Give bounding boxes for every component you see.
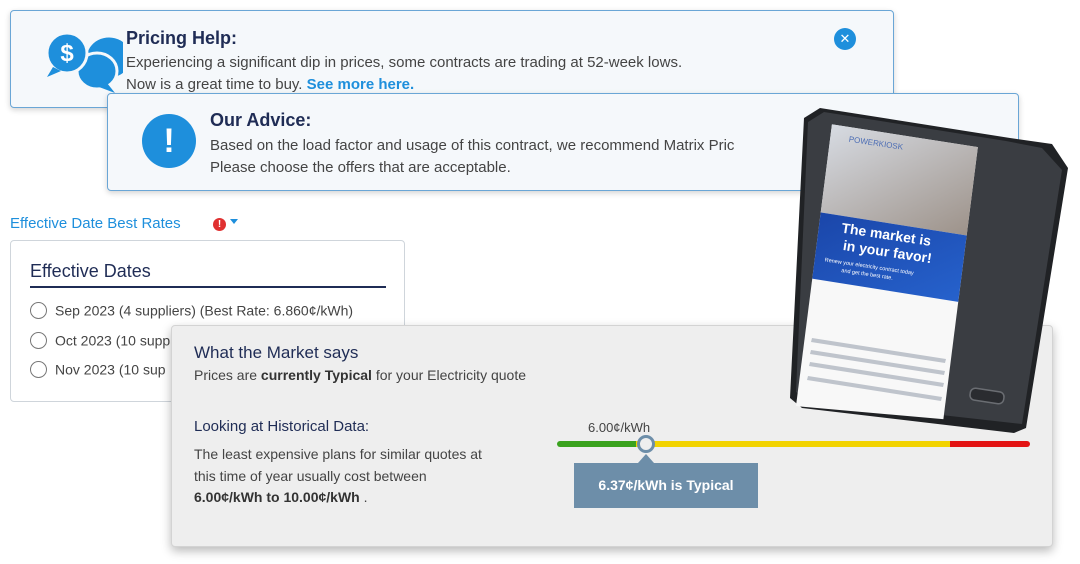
market-subtitle-status: currently Typical xyxy=(260,367,372,383)
market-title: What the Market says xyxy=(194,343,359,362)
effective-date-best-rates-link[interactable]: Effective Date Best Rates xyxy=(10,215,181,232)
date-option-oct[interactable]: Oct 2023 (10 supp xyxy=(30,331,170,349)
market-subtitle-post: for your Electricity quote xyxy=(371,367,526,383)
date-option-nov[interactable]: Nov 2023 (10 sup xyxy=(30,360,166,378)
effective-dates-title: Effective Dates xyxy=(30,261,151,281)
badge-pointer xyxy=(638,454,655,463)
date-option-label: Nov 2023 (10 sup xyxy=(55,361,166,378)
historical-line-1: The least expensive plans for similar qu… xyxy=(194,446,482,462)
pricing-help-title: Pricing Help: xyxy=(126,28,238,48)
price-gauge-bar xyxy=(557,441,1030,447)
market-subtitle: Prices are currently Typical for your El… xyxy=(194,367,526,383)
close-button[interactable]: ✕ xyxy=(834,28,856,50)
gauge-min-label: 6.00¢/kWh xyxy=(588,420,651,435)
market-subtitle-pre: Prices are xyxy=(194,367,261,383)
warning-icon: ! xyxy=(213,218,226,231)
pricing-help-line-2-text: Now is a great time to buy. xyxy=(126,76,303,93)
radio-button[interactable] xyxy=(30,301,47,319)
gauge-yellow-segment xyxy=(636,441,950,447)
historical-range: 6.00¢/kWh to 10.00¢/kWh xyxy=(194,489,360,505)
date-option-label: Sep 2023 (4 suppliers) (Best Rate: 6.860… xyxy=(55,302,354,319)
phone-mockup: POWERKIOSK The market is in your favor! … xyxy=(790,108,1068,433)
historical-line-3: 6.00¢/kWh to 10.00¢/kWh . xyxy=(194,489,368,505)
advice-line-1: Based on the load factor and usage of th… xyxy=(210,137,735,154)
historical-suffix: . xyxy=(359,489,368,505)
historical-line-2: this time of year usually cost between xyxy=(194,468,427,484)
svg-text:$: $ xyxy=(60,40,74,67)
date-option-sep[interactable]: Sep 2023 (4 suppliers) (Best Rate: 6.860… xyxy=(30,301,353,319)
advice-line-2: Please choose the offers that are accept… xyxy=(210,159,511,176)
gauge-red-segment xyxy=(950,441,1030,447)
gauge-marker xyxy=(637,435,656,453)
historical-title: Looking at Historical Data: xyxy=(194,418,370,435)
pricing-help-line-1: Experiencing a significant dip in prices… xyxy=(126,54,683,71)
advice-title: Our Advice: xyxy=(210,110,312,130)
gauge-green-segment xyxy=(557,441,636,447)
date-option-label: Oct 2023 (10 supp xyxy=(55,332,171,349)
radio-button[interactable] xyxy=(30,360,47,378)
see-more-link[interactable]: See more here. xyxy=(307,76,415,93)
exclamation-icon: ! xyxy=(142,114,196,168)
caret-down-icon[interactable] xyxy=(230,219,238,224)
chat-dollar-icon: $ xyxy=(45,31,123,93)
pricing-help-line-2: Now is a great time to buy. See more her… xyxy=(126,76,414,93)
divider xyxy=(30,286,386,288)
radio-button[interactable] xyxy=(30,331,47,349)
typical-price-badge: 6.37¢/kWh is Typical xyxy=(574,463,758,508)
